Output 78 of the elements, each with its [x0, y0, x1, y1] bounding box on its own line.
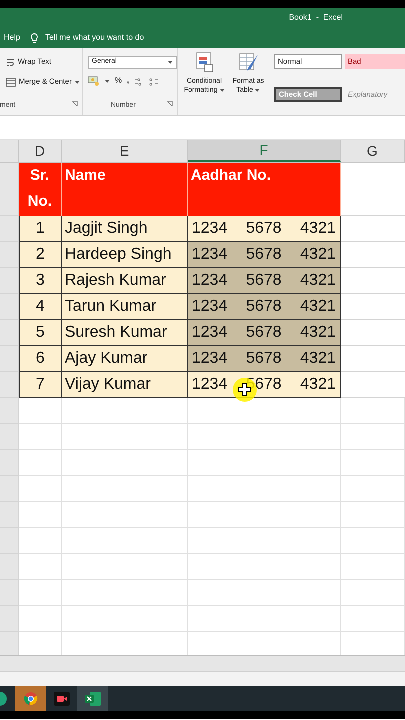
- table-cell: Ajay Kumar: [62, 346, 188, 372]
- column-header[interactable]: G: [341, 140, 405, 162]
- table-cell: 4: [19, 294, 62, 320]
- table-cell[interactable]: 1234 5678 4321: [188, 346, 341, 372]
- table-icon: [194, 52, 214, 74]
- row-header[interactable]: [0, 528, 19, 554]
- aadhar-header: Aadhar No.: [188, 163, 341, 216]
- row-header[interactable]: [0, 346, 19, 372]
- row-header[interactable]: [0, 242, 19, 268]
- caret-icon[interactable]: [220, 89, 225, 92]
- table-cell[interactable]: 1234 5678 4321: [188, 242, 341, 268]
- merge-center-icon: [6, 78, 16, 86]
- empty-cell: [341, 450, 405, 476]
- row-header[interactable]: [0, 502, 19, 528]
- name-header: Name: [62, 163, 188, 216]
- table-cell: Jagjit Singh: [62, 216, 188, 242]
- window-title: Book1 - Excel: [289, 12, 343, 24]
- table-cell: 5: [19, 320, 62, 346]
- row-header[interactable]: [0, 554, 19, 580]
- caret-icon[interactable]: [105, 80, 110, 82]
- table-cell: 3: [19, 268, 62, 294]
- empty-cell: [341, 398, 405, 424]
- row-header[interactable]: [0, 632, 19, 655]
- empty-cell: [341, 606, 405, 632]
- increase-decimal-icon[interactable]: [134, 76, 144, 86]
- empty-cell: [341, 424, 405, 450]
- empty-cell: [341, 476, 405, 502]
- percent-button[interactable]: %: [115, 75, 122, 87]
- row-header[interactable]: [0, 580, 19, 606]
- row-header[interactable]: [0, 476, 19, 502]
- table-cell[interactable]: 1234 5678 4321: [188, 216, 341, 242]
- column-header[interactable]: D: [19, 140, 62, 162]
- spreadsheet-app-icon: [84, 692, 100, 706]
- comma-button[interactable]: ,: [127, 75, 130, 87]
- row-header[interactable]: [0, 424, 19, 450]
- tell-me-search[interactable]: Tell me what you want to do: [45, 32, 144, 44]
- row-header[interactable]: [0, 450, 19, 476]
- currency-icon[interactable]: [88, 76, 100, 86]
- row-header[interactable]: [0, 398, 19, 424]
- decrease-decimal-icon[interactable]: [149, 76, 160, 86]
- table-cell: Tarun Kumar: [62, 294, 188, 320]
- empty-cell: [341, 528, 405, 554]
- row-header[interactable]: [0, 320, 19, 346]
- table-brush-icon: [238, 52, 260, 74]
- empty-cell: [341, 554, 405, 580]
- row-header[interactable]: [0, 163, 19, 216]
- wrap-text-icon: [6, 58, 15, 66]
- caret-icon[interactable]: [255, 89, 260, 92]
- empty-cell: [341, 580, 405, 606]
- row-header[interactable]: [0, 268, 19, 294]
- serial-header: Sr. No.: [19, 163, 62, 216]
- video-camera-icon: [54, 692, 70, 706]
- column-header[interactable]: F: [188, 140, 341, 162]
- table-cell: Rajesh Kumar: [62, 268, 188, 294]
- caret-icon[interactable]: [74, 80, 80, 84]
- row-header[interactable]: [0, 606, 19, 632]
- empty-cell: [341, 502, 405, 528]
- table-cell: Hardeep Singh: [62, 242, 188, 268]
- table-cell: Vijay Kumar: [62, 372, 188, 398]
- dialog-launcher-icon[interactable]: [167, 100, 173, 106]
- globe-icon: [0, 692, 8, 706]
- dialog-launcher-icon[interactable]: [72, 100, 78, 106]
- taskbar-button[interactable]: [77, 686, 108, 711]
- table-cell[interactable]: 1234 5678 4321: [188, 268, 341, 294]
- row-header[interactable]: [0, 216, 19, 242]
- table-cell: 2: [19, 242, 62, 268]
- table-cell[interactable]: 1234 5678 4321: [188, 294, 341, 320]
- help-tab[interactable]: Help: [4, 32, 20, 44]
- lightbulb-icon: [30, 32, 40, 44]
- table-cell: 6: [19, 346, 62, 372]
- table-cell: 1: [19, 216, 62, 242]
- browser-icon: [24, 692, 38, 706]
- table-cell: 7: [19, 372, 62, 398]
- table-cell[interactable]: 1234 5678 4321: [188, 320, 341, 346]
- row-header[interactable]: [0, 294, 19, 320]
- table-cell: Suresh Kumar: [62, 320, 188, 346]
- row-header[interactable]: [0, 372, 19, 398]
- caret-icon: [168, 61, 173, 64]
